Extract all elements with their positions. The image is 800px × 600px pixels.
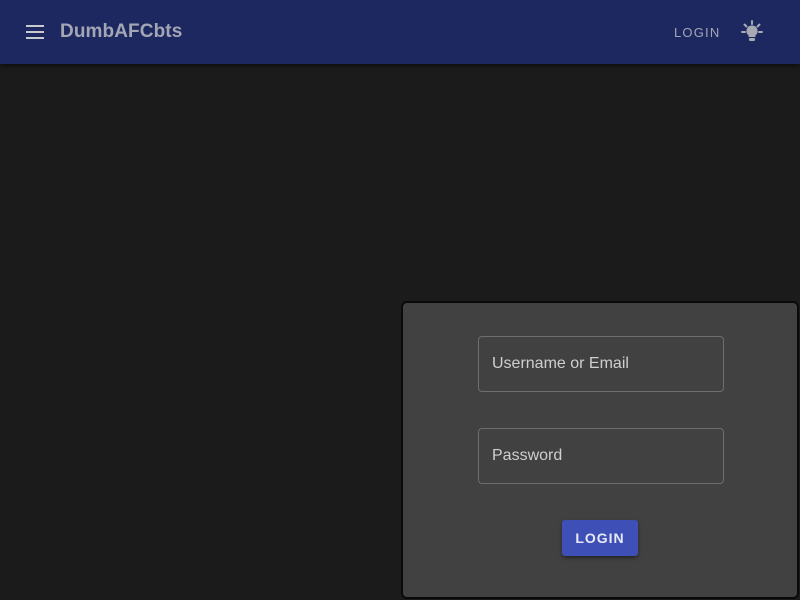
menu-icon[interactable] — [24, 22, 48, 42]
login-submit-button[interactable]: LOGIN — [562, 520, 638, 556]
menu-icon-bar — [26, 37, 44, 39]
login-card: LOGIN — [401, 301, 799, 599]
lightbulb-icon[interactable] — [739, 19, 765, 45]
header-login-button[interactable]: LOGIN — [674, 25, 720, 40]
lightbulb-icon-graphic — [741, 20, 763, 41]
menu-icon-bar — [26, 31, 44, 33]
app-title[interactable]: DumbAFCbts — [60, 21, 182, 43]
menu-icon-bar — [26, 25, 44, 27]
app-bar: DumbAFCbts LOGIN — [0, 0, 800, 64]
password-input[interactable] — [478, 428, 724, 484]
username-input[interactable] — [478, 336, 724, 392]
